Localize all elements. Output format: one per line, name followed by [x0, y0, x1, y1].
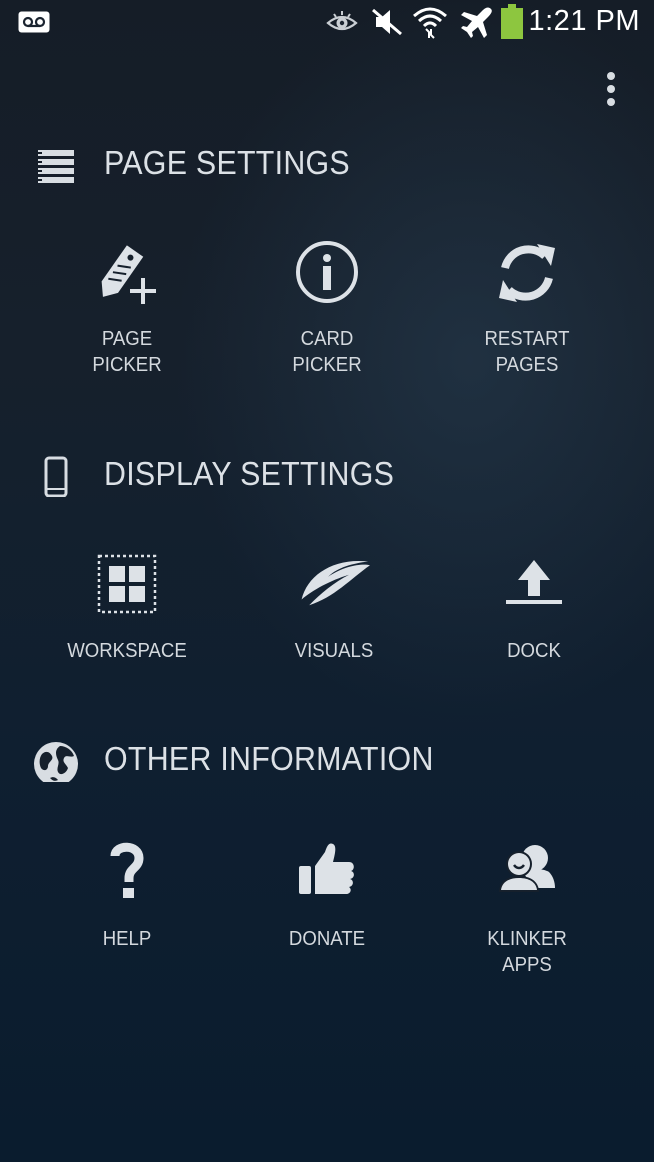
donate-button[interactable]: DONATE: [232, 838, 422, 988]
overflow-menu-icon[interactable]: [596, 70, 626, 110]
section-page-settings: PAGE SETTINGS: [0, 132, 654, 192]
help-button[interactable]: HELP: [32, 838, 222, 988]
section-title-display-settings: DISPLAY SETTINGS: [104, 455, 395, 492]
tile-label-dock: DOCK: [507, 640, 561, 662]
people-icon: [499, 845, 555, 892]
section-title-page-settings: PAGE SETTINGS: [104, 144, 350, 181]
tile-label-help: HELP: [102, 928, 152, 950]
tile-label-restart-pages: RESTART PAGES: [484, 328, 570, 376]
info-icon: [296, 241, 358, 303]
section-display-settings: DISPLAY SETTINGS: [0, 443, 654, 503]
list-icon: [38, 150, 74, 183]
refresh-icon: [499, 244, 555, 302]
restart-pages-button[interactable]: RESTART PAGES: [432, 238, 622, 388]
tile-label-workspace: WORKSPACE: [67, 640, 187, 662]
battery-icon: [501, 4, 523, 39]
visuals-button[interactable]: VISUALS: [239, 552, 429, 702]
tile-label-visuals: VISUALS: [294, 640, 374, 662]
page-picker-button[interactable]: PAGE PICKER: [32, 238, 222, 388]
clock: 1:21 PM: [528, 5, 640, 37]
upload-dock-icon: [506, 560, 562, 604]
tag-add-icon: [101, 245, 156, 304]
globe-icon: [34, 742, 78, 782]
mute-icon: [372, 8, 402, 36]
workspace-grid-icon: [97, 554, 157, 614]
workspace-button[interactable]: WORKSPACE: [32, 552, 222, 702]
dock-button[interactable]: DOCK: [439, 552, 629, 702]
section-other-information: OTHER INFORMATION: [0, 728, 654, 788]
phone-icon: [44, 456, 68, 497]
section-title-other-information: OTHER INFORMATION: [104, 740, 434, 777]
swoosh-icon: [301, 560, 370, 606]
card-picker-button[interactable]: CARD PICKER: [232, 238, 422, 388]
tile-label-klinker-apps: KLINKER APPS: [487, 928, 567, 976]
airplane-mode-icon: [461, 7, 492, 38]
tile-label-donate: DONATE: [288, 928, 366, 950]
eye-icon: [326, 11, 358, 31]
status-bar: 1:21 PM: [0, 0, 654, 44]
question-icon: [110, 842, 144, 898]
tile-label-card-picker: CARD PICKER: [292, 328, 362, 376]
voicemail-icon: [18, 11, 50, 33]
wifi-icon: [413, 7, 447, 39]
thumbs-up-icon: [299, 843, 354, 894]
klinker-apps-button[interactable]: KLINKER APPS: [432, 838, 622, 988]
tile-label-page-picker: PAGE PICKER: [92, 328, 162, 376]
